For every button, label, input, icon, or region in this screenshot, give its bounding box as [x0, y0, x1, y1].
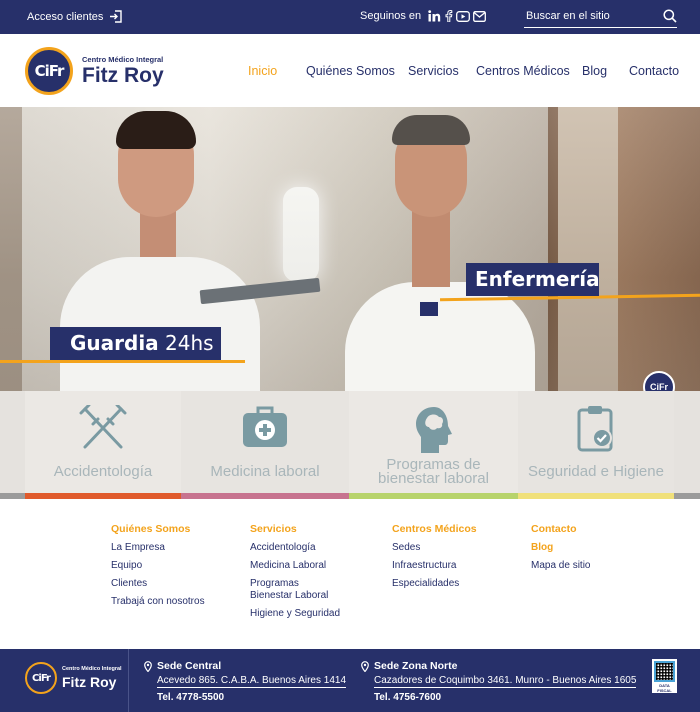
mail-icon[interactable]	[473, 10, 487, 22]
brand-tagline: Centro Médico Integral	[82, 54, 164, 64]
footer-col-title[interactable]: Contacto	[531, 523, 590, 535]
logo-text: Centro Médico Integral Fitz Roy	[82, 56, 164, 87]
data-fiscal-label: DATA FISCAL	[657, 683, 672, 693]
logo-mark: CiFr	[25, 47, 73, 95]
logo-mark: CiFr	[25, 662, 57, 694]
first-aid-kit-icon	[243, 406, 287, 447]
footer-col-title[interactable]: Servicios	[250, 523, 360, 535]
uniform-badge	[420, 302, 438, 316]
follow-label: Seguinos en	[360, 10, 422, 22]
brand-name: Fitz Roy	[62, 673, 117, 690]
hero-banner[interactable]: Guardia 24hs Enfermería CiFr	[0, 107, 700, 391]
services-strip: Accidentología Medicina laboral Programa…	[0, 391, 700, 499]
search-input[interactable]	[526, 8, 652, 24]
footer-link[interactable]: Trabajá con nosotros	[111, 596, 205, 608]
brand-logo[interactable]: CiFr Centro Médico Integral Fitz Roy	[25, 47, 164, 95]
service-programas-bienestar[interactable]: Programas de bienestar laboral	[349, 391, 518, 499]
footer-col-contacto: Contacto Blog Mapa de sitio	[531, 523, 590, 578]
brand-name: Fitz Roy	[82, 64, 164, 88]
top-bar: Acceso clientes Seguinos en	[0, 0, 700, 34]
search-icon[interactable]	[663, 9, 677, 23]
nav-blog[interactable]: Blog	[582, 64, 607, 78]
footer-col-title[interactable]: Centros Médicos	[392, 523, 477, 535]
location-pin-icon	[361, 660, 369, 672]
sede-zona-norte: Sede Zona Norte Cazadores de Coquimbo 34…	[361, 660, 637, 703]
service-label-line2: bienestar laboral	[378, 470, 489, 487]
social-icons	[428, 10, 487, 22]
service-accidentologia[interactable]: Accidentología	[25, 391, 181, 499]
footer-link[interactable]: Equipo	[111, 560, 205, 572]
logo-monogram: CiFr	[32, 672, 51, 684]
footer-col-servicios: Servicios Accidentología Medicina Labora…	[250, 523, 360, 626]
footer-link[interactable]: Medicina Laboral	[250, 560, 360, 572]
footer-link[interactable]: Clientes	[111, 578, 205, 590]
site-footer: CiFr Centro Médico Integral Fitz Roy Sed…	[0, 649, 700, 712]
client-access-label: Acceso clientes	[27, 10, 104, 23]
doctor-right-hair	[392, 115, 470, 145]
service-label: Medicina laboral	[210, 463, 320, 480]
footer-link[interactable]: Mapa de sitio	[531, 560, 590, 572]
footer-col-centros-medicos: Centros Médicos Sedes Infraestructura Es…	[392, 523, 477, 596]
footer-col-quienes-somos: Quiénes Somos La Empresa Equipo Clientes…	[111, 523, 205, 614]
nav-contacto[interactable]: Contacto	[629, 64, 679, 78]
facebook-icon[interactable]	[444, 10, 453, 22]
hero-tag-guardia-light: 24hs	[165, 331, 214, 355]
client-access-link[interactable]: Acceso clientes	[27, 10, 123, 23]
crutches-icon	[79, 405, 127, 449]
hero-tag-guardia: Guardia 24hs	[50, 327, 221, 360]
service-label: Programas de bienestar laboral	[349, 457, 518, 487]
service-label: Accidentología	[53, 463, 153, 480]
footer-divider	[128, 649, 129, 712]
service-label: Seguridad e Higiene	[528, 463, 664, 480]
sede-address-link[interactable]: Acevedo 865. C.A.B.A. Buenos Aires 1414	[157, 675, 347, 688]
sede-phone: Tel. 4756-7600	[374, 692, 442, 703]
hero-accent-line-left	[0, 360, 245, 363]
nav-centros-medicos[interactable]: Centros Médicos	[476, 64, 570, 78]
qr-code-icon	[654, 661, 675, 682]
youtube-icon[interactable]	[456, 10, 471, 22]
logo-text: Centro Médico Integral Fitz Roy	[62, 667, 122, 689]
footer-links: Quiénes Somos La Empresa Equipo Clientes…	[0, 499, 700, 649]
site-header: CiFr Centro Médico Integral Fitz Roy Ini…	[0, 34, 700, 107]
sede-title-text: Sede Central	[157, 660, 222, 672]
sede-title-text: Sede Zona Norte	[374, 660, 458, 672]
social-follow: Seguinos en	[360, 10, 487, 22]
service-seguridad-higiene[interactable]: Seguridad e Higiene	[518, 391, 674, 499]
footer-link[interactable]: Especialidades	[392, 578, 477, 590]
sede-address-link[interactable]: Cazadores de Coquimbo 3461. Munro - Buen…	[374, 675, 637, 688]
doctor-left-coat	[60, 257, 260, 391]
sede-phone: Tel. 4778-5500	[157, 692, 225, 703]
footer-link[interactable]: Accidentología	[250, 542, 360, 554]
data-fiscal-badge[interactable]: DATA FISCAL	[652, 659, 677, 693]
footer-link[interactable]: La Empresa	[111, 542, 205, 554]
doctor-right-neck	[412, 207, 450, 287]
footer-link[interactable]: Programas Bienestar Laboral	[250, 578, 330, 602]
doctor-left-hair	[116, 111, 196, 149]
logo-monogram: CiFr	[34, 62, 65, 80]
clipboard-check-icon	[577, 406, 613, 452]
nav-quienes-somos[interactable]: Quiénes Somos	[306, 64, 395, 78]
footer-link[interactable]: Infraestructura	[392, 560, 477, 572]
footer-brand-logo[interactable]: CiFr Centro Médico Integral Fitz Roy	[25, 662, 122, 694]
location-pin-icon	[144, 660, 152, 672]
footer-link-blog[interactable]: Blog	[531, 542, 590, 554]
head-brain-icon	[415, 407, 452, 453]
sede-title: Sede Central	[144, 660, 346, 672]
footer-link[interactable]: Higiene y Seguridad	[250, 608, 360, 620]
brand-tagline: Centro Médico Integral	[62, 666, 122, 673]
login-icon	[110, 10, 123, 23]
hero-tag-guardia-bold: Guardia	[70, 331, 159, 355]
nav-inicio[interactable]: Inicio	[248, 64, 277, 78]
hero-tag-enfermeria: Enfermería	[466, 263, 600, 296]
linkedin-icon[interactable]	[428, 10, 441, 22]
search-box	[524, 6, 677, 28]
nav-servicios[interactable]: Servicios	[408, 64, 459, 78]
sede-title: Sede Zona Norte	[361, 660, 636, 672]
footer-col-title[interactable]: Quiénes Somos	[111, 523, 205, 535]
footer-link[interactable]: Sedes	[392, 542, 477, 554]
sede-central: Sede Central Acevedo 865. C.A.B.A. Bueno…	[144, 660, 347, 703]
service-medicina-laboral[interactable]: Medicina laboral	[181, 391, 349, 499]
